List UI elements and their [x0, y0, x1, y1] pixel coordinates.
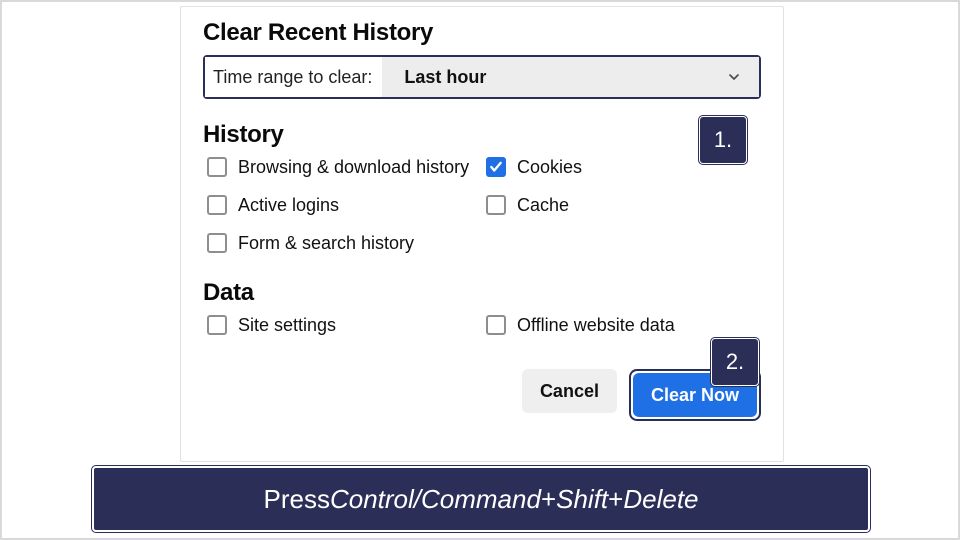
checkbox-active-logins[interactable] — [207, 195, 227, 215]
option-label: Active logins — [238, 196, 339, 214]
dialog-body: Clear Recent History Time range to clear… — [181, 7, 783, 439]
checkbox-offline-data[interactable] — [486, 315, 506, 335]
time-range-select[interactable]: Last hour — [382, 57, 759, 97]
checkbox-site-settings[interactable] — [207, 315, 227, 335]
checkbox-browsing-history[interactable] — [207, 157, 227, 177]
history-options: Browsing & download history Cookies Acti… — [203, 157, 761, 253]
step-callout-2: 2. — [711, 338, 759, 386]
checkbox-cookies[interactable] — [486, 157, 506, 177]
option-browsing-history[interactable]: Browsing & download history — [207, 157, 478, 177]
clear-history-dialog: Clear Recent History Time range to clear… — [180, 6, 784, 462]
option-site-settings[interactable]: Site settings — [207, 315, 478, 335]
history-heading: History — [203, 121, 761, 149]
option-cache[interactable]: Cache — [486, 195, 757, 215]
time-range-value: Last hour — [404, 67, 486, 88]
banner-prefix: Press — [263, 484, 329, 515]
option-label: Offline website data — [517, 316, 675, 334]
banner-key-delete: Delete — [623, 484, 698, 515]
data-heading: Data — [203, 279, 761, 307]
time-range-row: Time range to clear: Last hour — [203, 55, 761, 99]
option-active-logins[interactable]: Active logins — [207, 195, 478, 215]
dialog-title: Clear Recent History — [203, 19, 761, 47]
chevron-down-icon — [725, 68, 743, 86]
shortcut-banner: Press Control/Command + Shift + Delete — [92, 466, 870, 532]
option-form-search[interactable]: Form & search history — [207, 233, 478, 253]
option-label: Cookies — [517, 158, 582, 176]
option-label: Form & search history — [238, 234, 414, 252]
checkbox-cache[interactable] — [486, 195, 506, 215]
instruction-slide: Clear Recent History Time range to clear… — [0, 0, 960, 540]
option-label: Cache — [517, 196, 569, 214]
time-range-label: Time range to clear: — [205, 57, 382, 97]
banner-key-shift: Shift — [556, 484, 608, 515]
banner-plus-1: + — [541, 484, 556, 515]
step-callout-1: 1. — [699, 116, 747, 164]
cancel-button[interactable]: Cancel — [522, 369, 617, 413]
option-label: Site settings — [238, 316, 336, 334]
banner-key-ctrlcmd: Control/Command — [330, 484, 541, 515]
checkbox-form-search[interactable] — [207, 233, 227, 253]
option-label: Browsing & download history — [238, 158, 469, 176]
option-offline-data[interactable]: Offline website data — [486, 315, 757, 335]
dialog-actions: Cancel Clear Now — [203, 369, 761, 421]
data-options: Site settings Offline website data — [203, 315, 761, 335]
banner-plus-2: + — [608, 484, 623, 515]
